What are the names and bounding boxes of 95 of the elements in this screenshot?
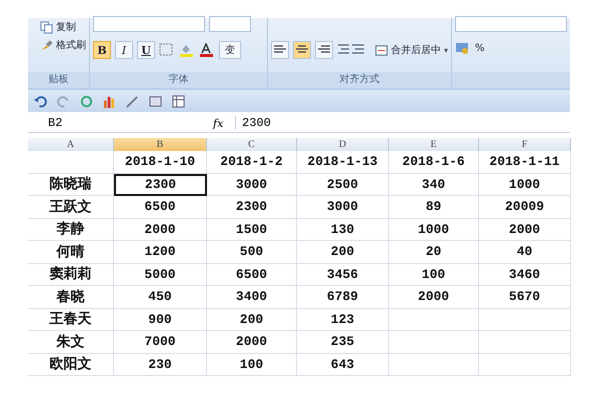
copy-icon [40, 20, 53, 34]
group-label: 贴板 [48, 74, 68, 85]
table-cell: 2018-1-6 [389, 151, 479, 174]
table-cell: 何晴 [28, 241, 114, 264]
font-name-field[interactable] [93, 16, 205, 32]
brush-icon [40, 38, 53, 52]
table-cell: 6789 [297, 286, 389, 308]
table-cell: 李静 [28, 218, 114, 241]
table-cell: 2000 [207, 331, 297, 354]
column-header[interactable]: A [28, 138, 114, 151]
undo-icon[interactable] [34, 94, 47, 108]
column-header[interactable]: C [207, 138, 297, 151]
bar-chart-icon[interactable] [103, 94, 116, 108]
table-cell: 200 [297, 241, 389, 264]
fx-label[interactable]: fx [213, 116, 235, 130]
table-cell: 3460 [479, 264, 571, 286]
table-cell: 235 [297, 331, 389, 354]
table-cell: 春晓 [28, 286, 114, 308]
fill-color-icon[interactable] [179, 43, 195, 57]
table-cell: 100 [389, 264, 479, 286]
align-button[interactable] [292, 41, 311, 59]
table-cell: 5670 [479, 286, 571, 308]
table-cell: 2300 [207, 196, 297, 218]
number-format-field[interactable] [455, 16, 567, 32]
button-label: 合并后居中 [390, 44, 441, 57]
font-color-icon[interactable] [199, 43, 215, 57]
table-cell: 2000 [389, 286, 479, 308]
format-button[interactable]: U [137, 41, 155, 59]
table-cell: 2018-1-2 [207, 151, 297, 174]
table-icon[interactable] [172, 94, 185, 108]
pen-icon[interactable] [126, 94, 139, 108]
align-icon [296, 45, 308, 55]
align-icon [318, 45, 330, 55]
format-button[interactable]: B [93, 41, 111, 59]
table-cell: 朱文 [28, 331, 114, 354]
table-cell: 窦莉莉 [28, 264, 114, 286]
table-cell: 1000 [389, 218, 479, 241]
table-cell: 643 [297, 354, 389, 376]
group-label: 对齐方式 [339, 74, 380, 85]
format-button[interactable]: I [115, 41, 133, 59]
table-cell: 3000 [207, 174, 297, 196]
table-cell: 1200 [114, 241, 207, 264]
column-header[interactable]: F [479, 138, 571, 151]
table-cell: 230 [114, 354, 207, 376]
align-button[interactable] [270, 41, 289, 59]
border-icon[interactable] [159, 43, 175, 57]
table-cell: 5000 [114, 264, 207, 286]
table-cell: 2018-1-10 [114, 151, 207, 174]
table-cell: 2018-1-13 [297, 151, 389, 174]
table-cell: 欧阳文 [28, 354, 114, 376]
table-cell: 王跃文 [28, 196, 114, 218]
table-cell: 900 [114, 308, 207, 331]
column-header[interactable]: D [297, 138, 389, 151]
font-size-field[interactable] [209, 16, 251, 32]
formula-field[interactable]: 2300 [235, 116, 570, 130]
ribbon-button[interactable]: 复制 [40, 20, 86, 34]
table-cell: 3000 [297, 196, 389, 218]
table-cell: 100 [207, 354, 297, 376]
column-header[interactable]: E [389, 138, 479, 151]
table-cell: 130 [297, 218, 389, 241]
table-cell: 3400 [207, 286, 297, 308]
table-cell: 2000 [114, 218, 207, 241]
caret-icon: ▾ [444, 46, 448, 54]
align-icon [274, 45, 286, 55]
table-cell: 1500 [207, 218, 297, 241]
table-cell: 2018-1-11 [479, 151, 571, 174]
table-cell: 7000 [114, 331, 207, 354]
merge-icon [374, 44, 388, 56]
name-box[interactable]: B2 [28, 116, 143, 130]
table-cell: 20 [389, 241, 479, 264]
table-cell: 123 [297, 308, 389, 331]
table-cell: 3456 [297, 264, 389, 286]
align-button[interactable] [314, 41, 333, 59]
table-cell: 40 [479, 241, 571, 264]
column-header[interactable]: B [114, 138, 207, 151]
table-cell: 6500 [207, 264, 297, 286]
table-cell: 2500 [297, 174, 389, 196]
table-cell: 2000 [479, 218, 571, 241]
table-cell: 89 [389, 196, 479, 218]
table-cell: 6500 [114, 196, 207, 218]
table-cell: 20009 [479, 196, 571, 218]
ribbon-button[interactable]: 格式刷 [40, 38, 86, 52]
phonetic-button[interactable]: 变 [219, 41, 241, 59]
group-label: 字体 [168, 74, 188, 85]
table-cell: 340 [389, 174, 479, 196]
table-cell: 500 [207, 241, 297, 264]
merge-center-button[interactable]: 合并后居中 ▾ [374, 41, 448, 59]
form-icon[interactable] [149, 94, 162, 108]
percent-button[interactable]: % [475, 42, 485, 54]
selected-cell: 2300 [114, 174, 207, 196]
table-cell: 200 [207, 308, 297, 331]
table-cell: 1000 [479, 174, 571, 196]
table-cell: 王春天 [28, 308, 114, 331]
table-cell: 450 [114, 286, 207, 308]
table-cell: 陈晓瑞 [28, 174, 114, 196]
